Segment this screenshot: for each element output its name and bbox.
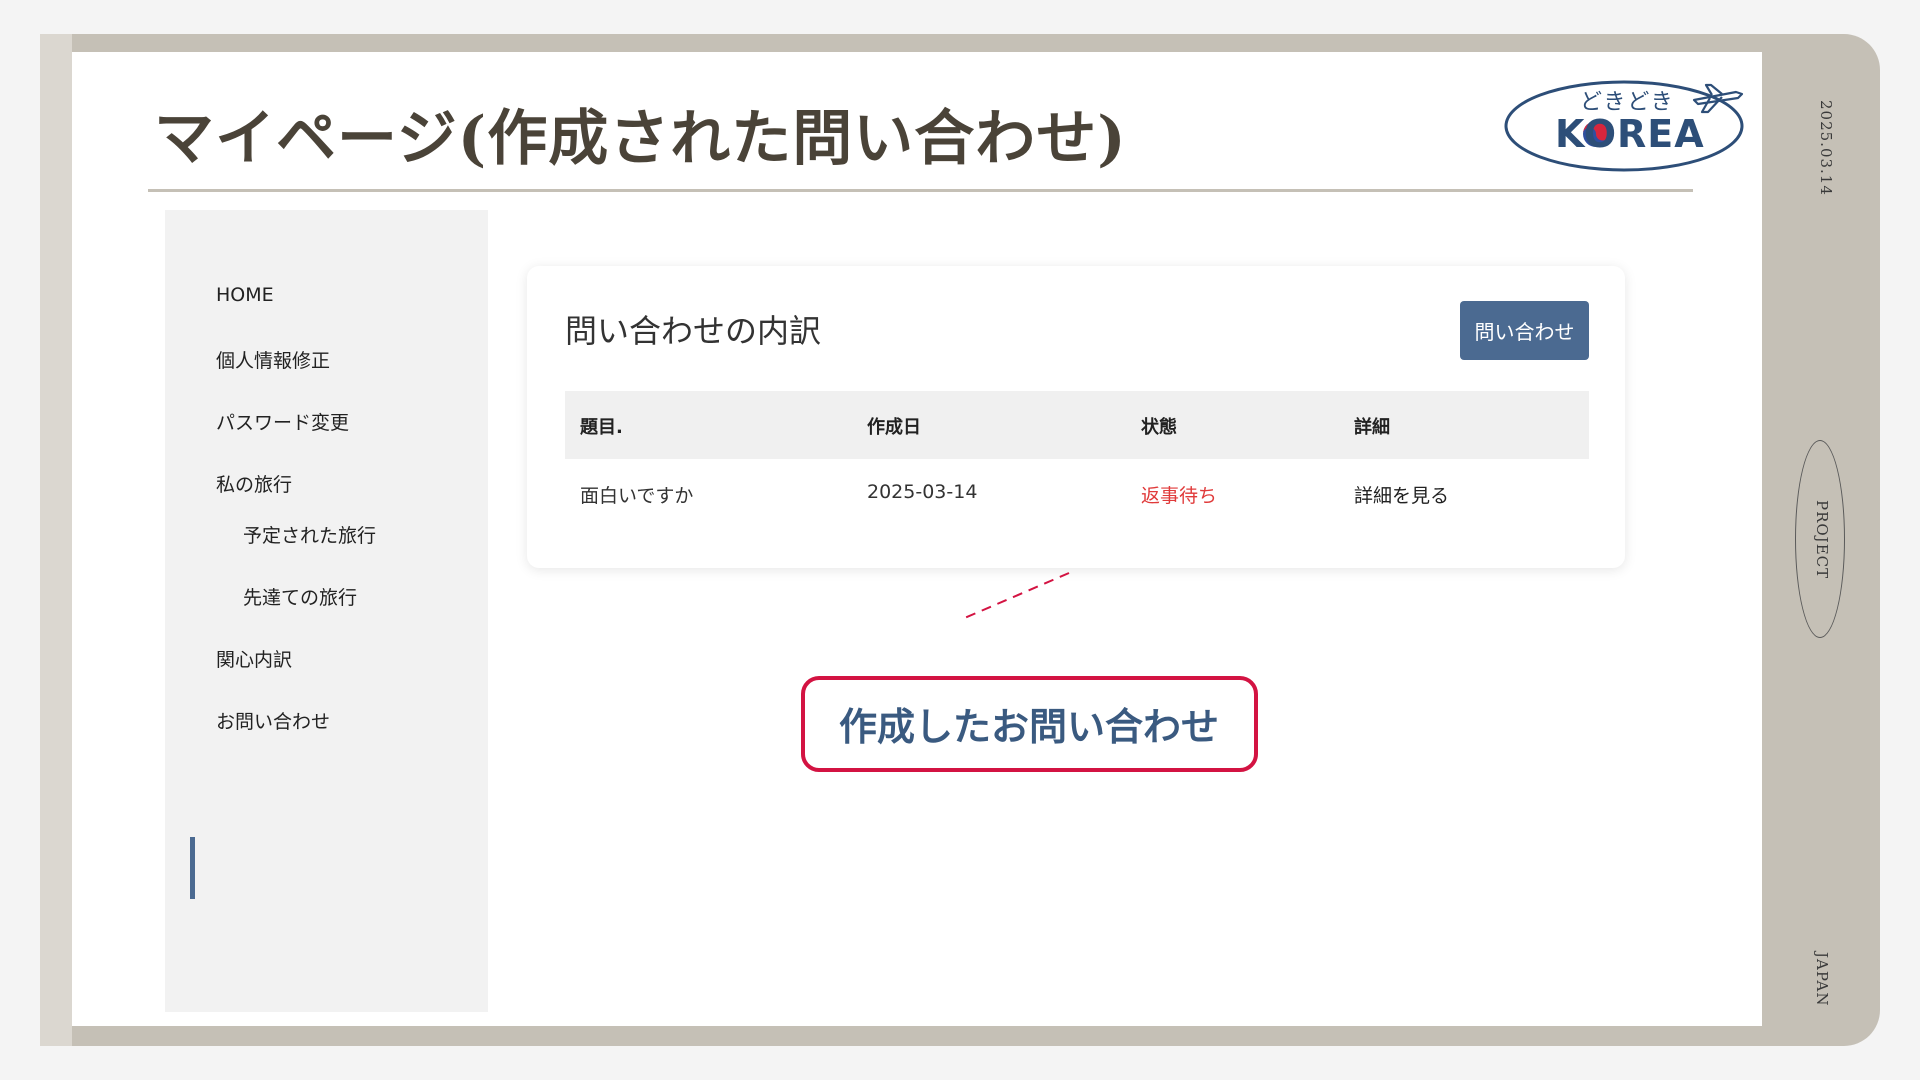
callout-text: 作成したお問い合わせ [839,704,1220,749]
callout-box: 作成したお問い合わせ [801,676,1258,772]
side-project-label: PROJECT [1813,500,1831,580]
slide-page: マイページ(作成された問い合わせ) どきどき KOREA HOME 個人情報修正… [72,52,1762,1026]
side-date-label: 2025.03.14 [1817,100,1835,196]
callout-connector [959,572,1070,621]
frame-left-strip [40,34,72,1046]
side-japan-label: JAPAN [1813,952,1831,1007]
